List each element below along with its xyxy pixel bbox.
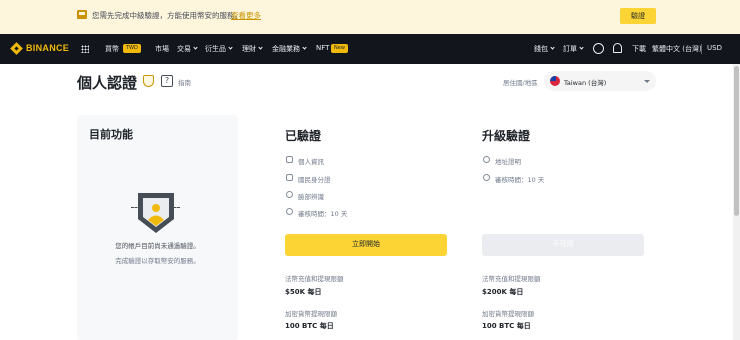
banner-text: 您需先完成中級驗證，方能使用幣安的服務。 bbox=[92, 11, 242, 20]
fiat-limit-value: $200K 每日 bbox=[482, 288, 524, 296]
page-title: 個人認證 bbox=[77, 74, 138, 92]
nav-currency[interactable]: USD bbox=[707, 44, 722, 52]
banner-learn-more-link[interactable]: 查看更多 bbox=[231, 10, 261, 21]
crypto-limit-value: 100 BTC 每日 bbox=[482, 322, 531, 330]
top-nav: BINANCE 買幣 TWD 市場 交易 衍生品 理財 金融業務 NFT New… bbox=[0, 34, 740, 64]
nav-download[interactable]: 下載 bbox=[632, 44, 646, 54]
nav-nft-new-tag: New bbox=[331, 44, 348, 53]
nav-nft-label: NFT bbox=[316, 44, 330, 52]
nav-earn[interactable]: 理財 bbox=[242, 44, 263, 54]
help-icon[interactable]: ? bbox=[161, 75, 173, 87]
nav-finance[interactable]: 金融業務 bbox=[272, 44, 307, 54]
nav-wallet[interactable]: 錢包 bbox=[534, 44, 555, 54]
region-select[interactable]: Taiwan (台灣) bbox=[544, 71, 656, 91]
clock-icon bbox=[286, 208, 293, 215]
clock-icon bbox=[483, 174, 490, 181]
user-profile-icon[interactable] bbox=[593, 43, 604, 54]
current-features-title: 目前功能 bbox=[89, 128, 133, 141]
verification-banner: 您需先完成中級驗證，方能使用幣安的服務。 查看更多 驗證 bbox=[0, 0, 740, 34]
feature-item: 審核時間：10 天 bbox=[495, 176, 545, 184]
banner-verify-button[interactable]: 驗證 bbox=[620, 8, 656, 24]
chevron-down-icon bbox=[228, 45, 233, 50]
binance-logo-icon bbox=[10, 42, 23, 55]
crypto-limit-label: 加密貨幣提現限額 bbox=[482, 310, 534, 318]
feature-item: 審核時間：10 天 bbox=[298, 210, 348, 218]
chevron-down-icon bbox=[193, 45, 198, 50]
region-value: Taiwan (台灣) bbox=[564, 79, 607, 87]
nav-trade-label: 交易 bbox=[177, 45, 191, 53]
nav-language[interactable]: 繁體中文 (台灣) bbox=[652, 44, 702, 54]
feature-item: 地址證明 bbox=[495, 158, 521, 166]
feature-item: 國民身分證 bbox=[298, 176, 331, 184]
nav-buy-crypto-label: 買幣 bbox=[105, 45, 119, 53]
nav-wallet-label: 錢包 bbox=[534, 45, 548, 53]
chevron-down-icon bbox=[302, 45, 307, 50]
nav-finance-label: 金融業務 bbox=[272, 45, 300, 53]
nav-nft[interactable]: NFT bbox=[316, 44, 329, 52]
nav-divider bbox=[701, 44, 702, 54]
feature-item: 臉部辨識 bbox=[298, 193, 324, 201]
nav-buy-crypto-tag: TWD bbox=[123, 44, 141, 53]
fiat-limit-value: $50K 每日 bbox=[285, 288, 322, 296]
guide-link[interactable]: 指南 bbox=[178, 77, 191, 87]
region-label: 居住國/地區 bbox=[503, 79, 538, 87]
location-pin-icon bbox=[483, 156, 490, 163]
caret-down-icon bbox=[644, 80, 650, 83]
nav-earn-label: 理財 bbox=[242, 45, 256, 53]
nav-markets[interactable]: 市場 bbox=[155, 44, 169, 54]
upgrade-title: 升級驗證 bbox=[482, 129, 531, 143]
start-now-button[interactable]: 立即開始 bbox=[285, 234, 447, 256]
verify-hint: 完成驗證以存取幣安的服務。 bbox=[115, 257, 200, 265]
scrollbar-thumb[interactable] bbox=[734, 66, 739, 216]
taiwan-flag-icon bbox=[550, 76, 560, 86]
brand-name: BINANCE bbox=[26, 43, 70, 53]
id-card-icon bbox=[286, 174, 293, 181]
nav-derivatives[interactable]: 衍生品 bbox=[205, 44, 233, 54]
verified-title: 已驗證 bbox=[285, 129, 322, 143]
nav-derivatives-label: 衍生品 bbox=[205, 45, 226, 53]
id-shield-icon bbox=[138, 193, 174, 233]
nav-trade[interactable]: 交易 bbox=[177, 44, 198, 54]
crypto-limit-label: 加密貨幣提現限額 bbox=[285, 310, 337, 318]
fiat-limit-label: 法幣充值和提現限額 bbox=[285, 275, 344, 283]
unverified-note: 您的帳戶目前尚未通過驗證。 bbox=[115, 242, 200, 250]
nav-buy-crypto[interactable]: 買幣 bbox=[105, 44, 119, 54]
nav-orders[interactable]: 訂單 bbox=[563, 44, 584, 54]
bell-icon[interactable] bbox=[613, 43, 622, 53]
chevron-down-icon bbox=[579, 45, 584, 50]
crypto-limit-value: 100 BTC 每日 bbox=[285, 322, 334, 330]
nav-markets-label: 市場 bbox=[155, 45, 169, 53]
fiat-limit-label: 法幣充值和提現限額 bbox=[482, 275, 541, 283]
chevron-down-icon bbox=[550, 45, 555, 50]
nav-orders-label: 訂單 bbox=[563, 45, 577, 53]
feature-item: 個人資訊 bbox=[298, 158, 324, 166]
shield-icon bbox=[143, 75, 154, 87]
dash-line-right bbox=[170, 207, 180, 208]
chevron-down-icon bbox=[258, 45, 263, 50]
page-scrollbar[interactable] bbox=[733, 64, 740, 340]
app-grid-icon[interactable] bbox=[81, 45, 89, 53]
id-card-icon bbox=[77, 10, 87, 19]
person-info-icon bbox=[286, 156, 293, 163]
unavailable-button: 不可用 bbox=[482, 234, 644, 256]
face-icon bbox=[286, 191, 293, 198]
